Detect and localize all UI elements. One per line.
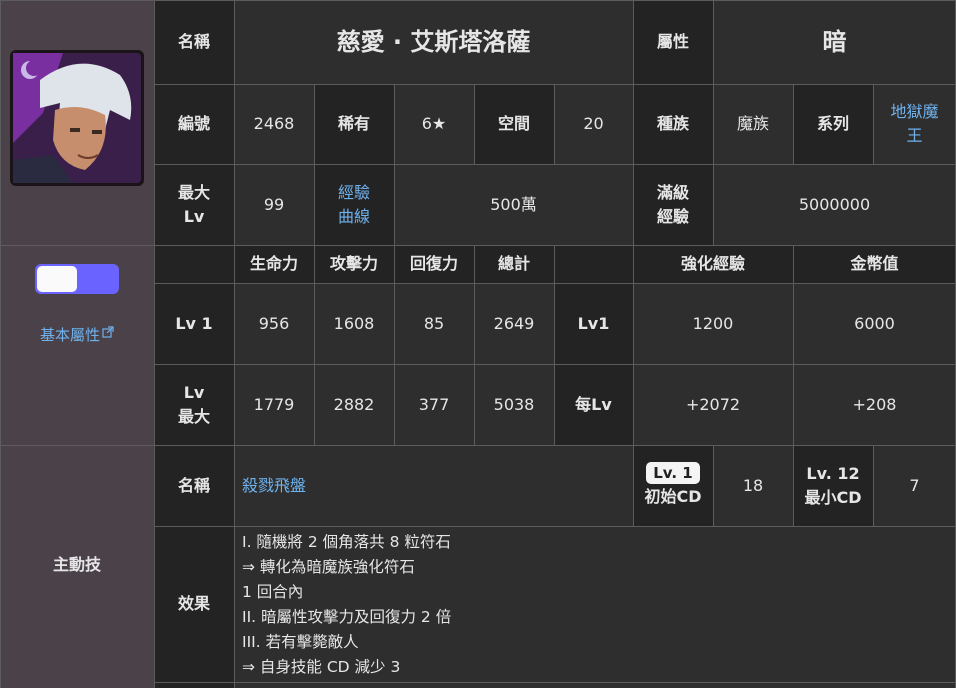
table-gridlines	[0, 0, 956, 688]
